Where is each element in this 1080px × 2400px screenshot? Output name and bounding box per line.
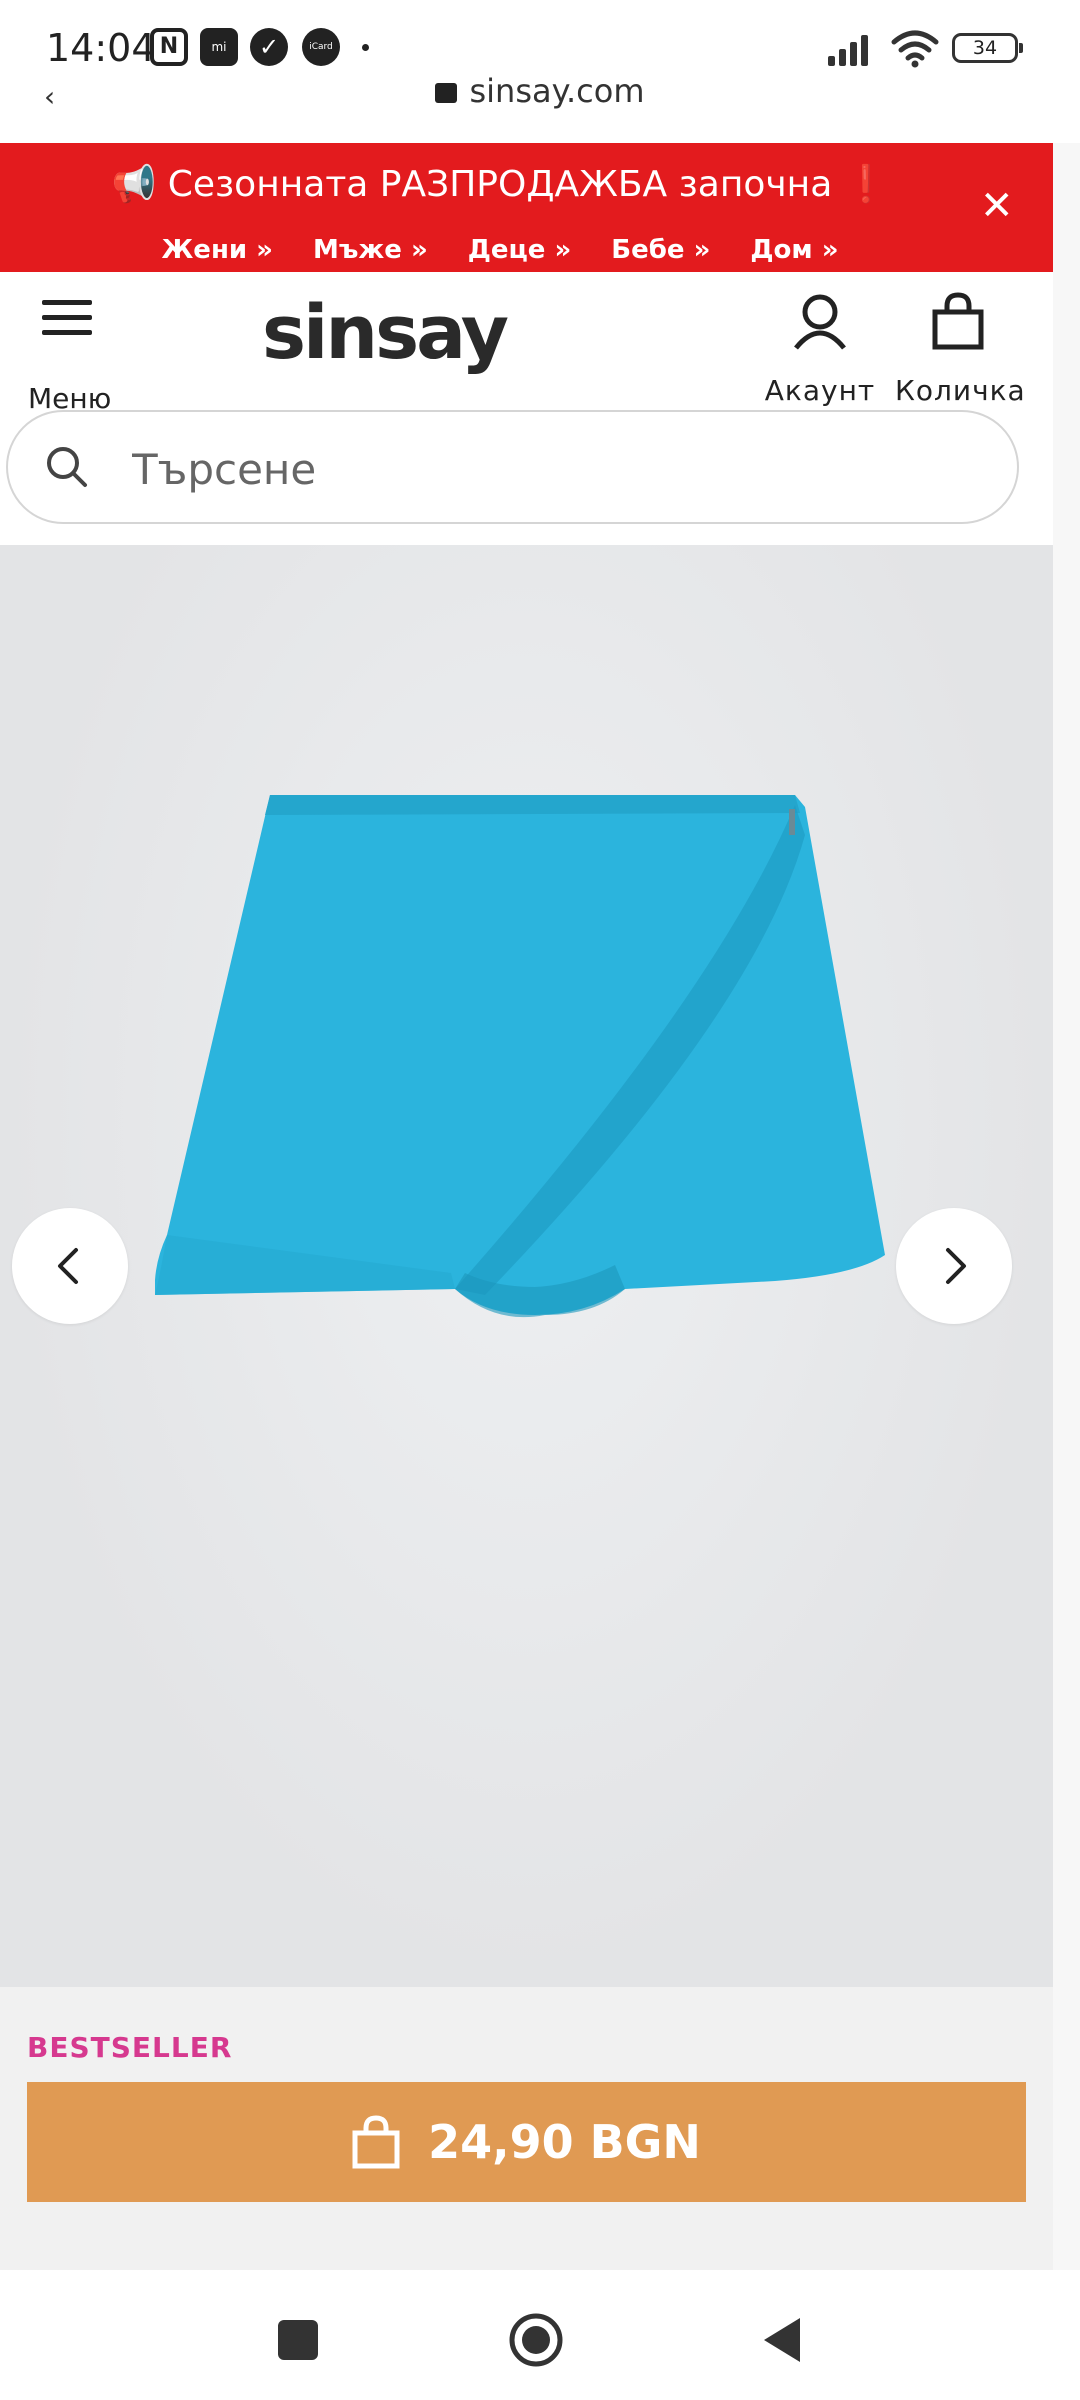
site-header: Меню sinsay Акаунт Количка [0, 272, 1053, 415]
battery-icon: 34 [952, 33, 1023, 63]
price-label: 24,90 BGN [428, 2115, 701, 2169]
promo-title-text: Сезонната РАЗПРОДАЖБА започна [167, 164, 833, 205]
megaphone-icon: 📢 [111, 164, 157, 205]
chevron-left-icon [58, 1248, 78, 1284]
product-gallery[interactable] [0, 545, 1053, 1987]
scrollbar[interactable] [1053, 143, 1080, 2270]
status-time: 14:04 [46, 26, 156, 70]
account-button[interactable]: Акаунт [760, 292, 880, 407]
next-image-button[interactable] [896, 1208, 1012, 1324]
icard-icon: iCard [302, 28, 340, 66]
cart-label: Количка [895, 374, 1026, 407]
hamburger-icon [28, 300, 108, 335]
promo-title: 📢 Сезонната РАЗПРОДАЖБА започна ❗ [0, 163, 1000, 205]
close-icon[interactable]: ✕ [980, 183, 1014, 229]
account-label: Акаунт [764, 374, 876, 407]
shopping-bag-icon [352, 2115, 400, 2169]
back-icon[interactable] [752, 2310, 812, 2370]
menu-button[interactable]: Меню [28, 300, 111, 415]
product-image [155, 795, 885, 1318]
bestseller-badge: BESTSELLER [27, 2031, 233, 2064]
promo-link-baby[interactable]: Бебе » [611, 235, 710, 265]
promo-link-home[interactable]: Дом » [750, 235, 838, 265]
wifi-icon [891, 30, 939, 68]
signal-icon [828, 30, 878, 66]
search-bar[interactable] [6, 410, 1019, 524]
check-icon: ✓ [250, 28, 288, 66]
lock-icon [435, 83, 458, 103]
user-icon [794, 294, 846, 350]
nfc-icon: N [150, 28, 188, 66]
previous-image-button[interactable] [12, 1208, 128, 1324]
url-text: sinsay.com [469, 72, 645, 110]
search-input[interactable] [130, 438, 974, 500]
add-to-cart-button[interactable]: 24,90 BGN [27, 2082, 1026, 2202]
notification-dot-icon [362, 44, 369, 51]
android-nav-bar [0, 2270, 1080, 2400]
logo[interactable]: sinsay [262, 290, 509, 376]
exclamation-icon: ❗ [843, 164, 889, 205]
mi-icon: mi [200, 28, 238, 66]
home-icon[interactable] [506, 2310, 566, 2370]
promo-link-kids[interactable]: Деце » [468, 235, 572, 265]
chevron-right-icon [946, 1248, 966, 1284]
search-icon [47, 447, 87, 487]
promo-banner: 📢 Сезонната РАЗПРОДАЖБА започна ❗ ✕ Жени… [0, 143, 1053, 272]
promo-link-men[interactable]: Мъже » [313, 235, 428, 265]
product-info: BESTSELLER 24,90 BGN [0, 1987, 1053, 2270]
shopping-bag-icon [932, 292, 983, 350]
address-bar[interactable]: sinsay.com [0, 72, 1080, 110]
promo-links: Жени » Мъже » Деце » Бебе » Дом » [0, 235, 1000, 265]
promo-link-women[interactable]: Жени » [161, 235, 273, 265]
cart-button[interactable]: Количка [895, 292, 1025, 407]
recent-apps-icon[interactable] [268, 2310, 328, 2370]
